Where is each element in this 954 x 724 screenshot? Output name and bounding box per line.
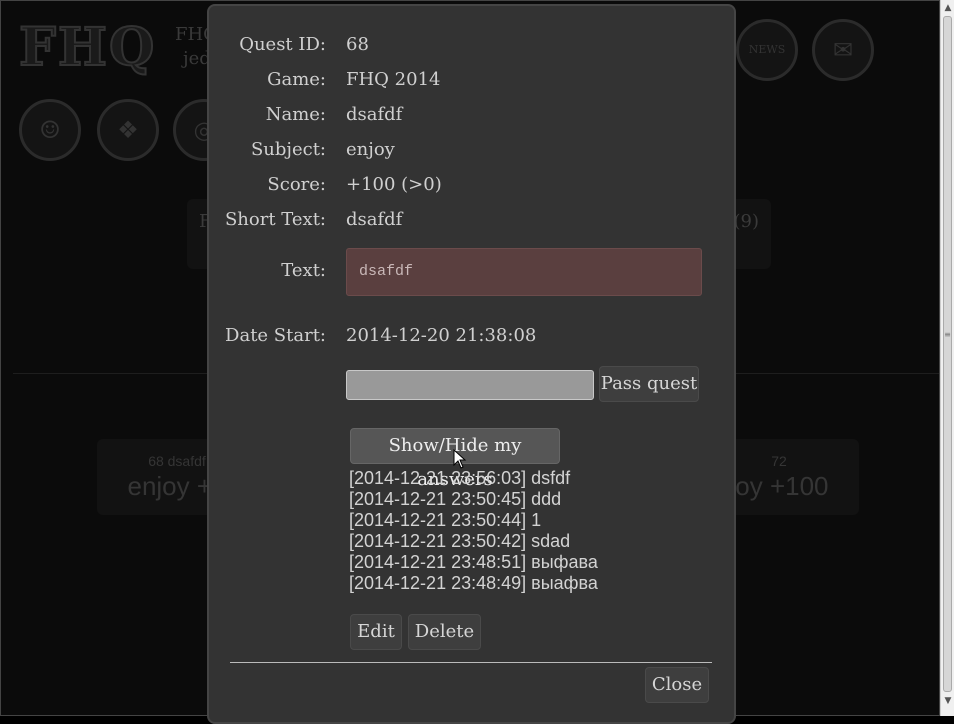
answer-item: [2014-12-21 23:48:49] выафва [349, 573, 598, 593]
field-value: FHQ 2014 [346, 69, 441, 90]
field-label: Short Text: [224, 209, 326, 230]
quest-details-modal: Quest ID: 68 Game: FHQ 2014 Name: dsafdf… [207, 4, 736, 724]
field-score: Score: +100 (>0) [209, 174, 734, 200]
close-button[interactable]: Close [645, 667, 709, 703]
field-value: dsafdf [346, 209, 403, 230]
answer-item: [2014-12-21 23:48:51] выфава [349, 552, 598, 572]
answer-item: [2014-12-21 23:50:44] 1 [349, 510, 542, 530]
field-value: 2014-12-20 21:38:08 [346, 325, 537, 346]
edit-button[interactable]: Edit [350, 614, 402, 650]
answer-input[interactable] [346, 370, 594, 400]
field-value: enjoy [346, 139, 395, 160]
mailbox-icon[interactable]: ✉ [812, 19, 874, 81]
avatar-icon-glyph: ☺ [39, 116, 61, 144]
scroll-icon-glyph: ❖ [117, 116, 139, 144]
scroll-grip-icon: ≡ [944, 330, 951, 339]
field-value: +100 (>0) [346, 174, 442, 195]
field-label: Game: [267, 69, 326, 90]
field-label: Text: [281, 260, 326, 281]
answer-item: [2014-12-21 23:50:45] ddd [349, 489, 562, 509]
mailbox-icon-glyph: ✉ [832, 36, 854, 64]
field-value: 68 [346, 34, 369, 55]
answer-item: [2014-12-21 23:50:42] sdad [349, 531, 571, 551]
modal-divider [230, 662, 712, 663]
news-icon[interactable]: NEWS [736, 19, 798, 81]
field-subject: Subject: enjoy [209, 139, 734, 165]
delete-button[interactable]: Delete [408, 614, 481, 650]
field-label: Score: [267, 174, 326, 195]
field-label: Date Start: [225, 325, 326, 346]
scroll-down-arrow-icon[interactable]: ▼ [943, 696, 953, 706]
field-label: Quest ID: [239, 34, 326, 55]
field-game: Game: FHQ 2014 [209, 69, 734, 95]
answers-list: [2014-12-21 23:56:03] dsfdf [2014-12-21 … [349, 468, 598, 594]
quest-text-box: dsafdf [346, 248, 702, 296]
field-date-start: Date Start: 2014-12-20 21:38:08 [209, 325, 734, 351]
field-value: dsafdf [346, 104, 403, 125]
field-label: Subject: [250, 139, 326, 160]
news-icon-glyph: NEWS [748, 43, 786, 56]
filter-panel-count: (9) [733, 211, 760, 232]
field-name: Name: dsafdf [209, 104, 734, 130]
avatar-icon[interactable]: ☺ [19, 99, 81, 161]
answer-item: [2014-12-21 23:56:03] dsfdf [349, 468, 571, 488]
pass-quest-button[interactable]: Pass quest [599, 366, 699, 402]
mouse-pointer-icon [453, 449, 467, 469]
scroll-up-arrow-icon[interactable]: ▲ [943, 3, 953, 13]
site-logo: FHQ [18, 16, 157, 79]
vertical-scrollbar[interactable]: ▲ ≡ ▼ [940, 0, 954, 716]
scroll-thumb[interactable] [943, 16, 952, 692]
field-short-text: Short Text: dsafdf [209, 209, 734, 235]
field-label: Name: [265, 104, 326, 125]
scroll-icon[interactable]: ❖ [97, 99, 159, 161]
field-quest-id: Quest ID: 68 [209, 34, 734, 60]
